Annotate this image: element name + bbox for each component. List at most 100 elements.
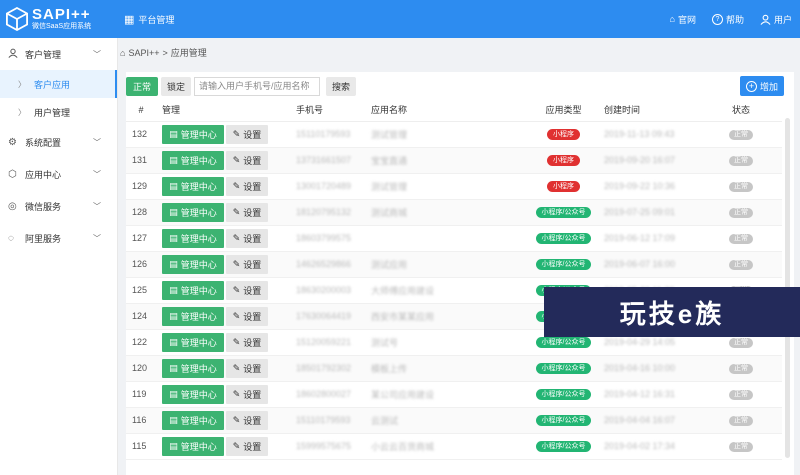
row-created: 2019-06-12 17:09 — [598, 225, 700, 252]
table-row[interactable]: 128 ▤ 管理中心 ✎ 设置 18120795132 测试商城 小程序/公众号 2019-07… — [126, 199, 782, 226]
row-id: 125 — [126, 277, 156, 304]
add-button[interactable]: + 增加 — [739, 76, 784, 96]
wechat-icon: ◎ — [8, 200, 17, 212]
settings-button[interactable]: ✎ 设置 — [226, 150, 268, 170]
app-type-badge: 小程序/公众号 — [535, 233, 592, 244]
column-header: 创建时间 — [598, 99, 700, 122]
settings-button[interactable]: ✎ 设置 — [226, 436, 268, 456]
manage-center-button[interactable]: ▤ 管理中心 — [162, 410, 224, 430]
sidebar-group-ali[interactable]: ◌ 阿里服务 ﹀ — [0, 222, 117, 254]
settings-label: 设置 — [243, 415, 262, 426]
table-row[interactable]: 116 ▤ 管理中心 ✎ 设置 15110179593 云测试 小程序/公众号 2019-04-… — [126, 407, 782, 434]
sidebar-group-system-config[interactable]: ⚙ 系统配置 ﹀ — [0, 126, 117, 158]
sidebar-group-label: 阿里服务 — [25, 233, 62, 244]
manage-center-button[interactable]: ▤ 管理中心 — [162, 332, 224, 352]
table-row[interactable]: 127 ▤ 管理中心 ✎ 设置 18603799575 小程序/公众号 2019-06-12 … — [126, 225, 782, 252]
manage-center-button[interactable]: ▤ 管理中心 — [162, 176, 224, 196]
row-created: 2019-04-04 16:07 — [598, 407, 700, 434]
row-actions: ▤ 管理中心 ✎ 设置 — [156, 329, 290, 356]
settings-button[interactable]: ✎ 设置 — [226, 254, 268, 274]
settings-button[interactable]: ✎ 设置 — [226, 228, 268, 248]
manage-center-button[interactable]: ▤ 管理中心 — [162, 280, 224, 300]
table-row[interactable]: 132 ▤ 管理中心 ✎ 设置 15110179593 测试管理 小程序 2019-11-13 … — [126, 121, 782, 148]
settings-label: 设置 — [243, 129, 262, 140]
search-button[interactable]: 搜索 — [326, 76, 357, 96]
home-icon: ⌂ — [120, 47, 126, 58]
table-row[interactable]: 119 ▤ 管理中心 ✎ 设置 18602800027 某公司应用建设 小程序/公众号 2019… — [126, 381, 782, 408]
home-icon: ⌂ — [669, 14, 675, 24]
sidebar-group-wechat[interactable]: ◎ 微信服务 ﹀ — [0, 190, 117, 222]
help-link[interactable]: ? 帮助 — [711, 13, 744, 26]
row-created: 2019-09-20 16:07 — [598, 147, 700, 174]
manage-center-button[interactable]: ▤ 管理中心 — [162, 254, 224, 274]
top-header: SAPI++ 微信SaaS应用系统 ▦ 平台管理 ⌂ 官网 ? 帮助 用户 — [0, 0, 800, 38]
filter-normal-button[interactable]: 正常 — [126, 76, 159, 96]
row-id: 128 — [126, 199, 156, 226]
sidebar-group-customer[interactable]: 客户管理 ﹀ — [0, 38, 117, 70]
user-menu[interactable]: 用户 — [760, 13, 792, 26]
row-app-type: 小程序 — [529, 173, 598, 200]
settings-button[interactable]: ✎ 设置 — [226, 384, 268, 404]
sidebar-item-user-manage[interactable]: 〉 用户管理 — [0, 98, 117, 126]
search-input[interactable] — [194, 76, 321, 96]
table-row[interactable]: 131 ▤ 管理中心 ✎ 设置 13731661507 宝宝直通 小程序 2019-09-20 … — [126, 147, 782, 174]
manage-center-label: 管理中心 — [180, 389, 217, 400]
row-phone: 15110179593 — [290, 407, 365, 434]
manage-center-button[interactable]: ▤ 管理中心 — [162, 228, 224, 248]
settings-button[interactable]: ✎ 设置 — [226, 410, 268, 430]
manage-center-button[interactable]: ▤ 管理中心 — [162, 436, 224, 456]
settings-label: 设置 — [243, 389, 262, 400]
row-actions: ▤ 管理中心 ✎ 设置 — [156, 277, 290, 304]
official-site-link[interactable]: ⌂ 官网 — [670, 13, 696, 26]
sidebar-item-customer-apps[interactable]: 〉 客户应用 — [0, 70, 117, 98]
edit-icon: ✎ — [232, 440, 241, 451]
table-row[interactable]: 115 ▤ 管理中心 ✎ 设置 15999575675 小云云百货商城 小程序/公众号 2019… — [126, 433, 782, 460]
edit-icon: ✎ — [232, 362, 241, 373]
manage-center-button[interactable]: ▤ 管理中心 — [162, 306, 224, 326]
settings-label: 设置 — [243, 363, 262, 374]
manage-center-button[interactable]: ▤ 管理中心 — [162, 202, 224, 222]
row-app-name: 测试应用 — [365, 251, 529, 278]
table-row[interactable]: 126 ▤ 管理中心 ✎ 设置 14626529866 测试应用 小程序/公众号 2019-06… — [126, 251, 782, 278]
edit-icon: ✎ — [232, 388, 241, 399]
breadcrumb-root[interactable]: SAPI++ — [128, 48, 159, 58]
row-id: 127 — [126, 225, 156, 252]
table-row[interactable]: 129 ▤ 管理中心 ✎ 设置 13001720489 测试管理 小程序 2019-09-22 … — [126, 173, 782, 200]
app-type-badge: 小程序/公众号 — [535, 441, 592, 452]
manage-center-button[interactable]: ▤ 管理中心 — [162, 384, 224, 404]
row-status: 正常 — [700, 355, 782, 382]
sidebar-group-app-center[interactable]: ⬡ 应用中心 ﹀ — [0, 158, 117, 190]
row-status: 正常 — [700, 407, 782, 434]
column-header: 状态 — [700, 99, 782, 122]
logo-subtitle: 微信SaaS应用系统 — [32, 23, 92, 30]
settings-button[interactable]: ✎ 设置 — [226, 332, 268, 352]
row-app-type: 小程序/公众号 — [529, 199, 598, 226]
settings-button[interactable]: ✎ 设置 — [226, 306, 268, 326]
row-app-name: 测试号 — [365, 329, 529, 356]
logo[interactable]: SAPI++ 微信SaaS应用系统 — [0, 0, 110, 38]
manage-center-button[interactable]: ▤ 管理中心 — [162, 124, 224, 144]
row-app-name: 某公司应用建设 — [365, 381, 529, 408]
row-actions: ▤ 管理中心 ✎ 设置 — [156, 147, 290, 174]
row-phone: 15110179593 — [290, 121, 365, 148]
settings-button[interactable]: ✎ 设置 — [226, 176, 268, 196]
settings-button[interactable]: ✎ 设置 — [226, 202, 268, 222]
settings-button[interactable]: ✎ 设置 — [226, 358, 268, 378]
manage-center-button[interactable]: ▤ 管理中心 — [162, 150, 224, 170]
row-id: 116 — [126, 407, 156, 434]
column-header: 应用类型 — [529, 99, 598, 122]
document-icon: ▤ — [169, 284, 178, 295]
nav-platform-manage[interactable]: ▦ 平台管理 — [110, 13, 174, 26]
row-app-type: 小程序 — [529, 121, 598, 148]
settings-button[interactable]: ✎ 设置 — [226, 280, 268, 300]
row-actions: ▤ 管理中心 ✎ 设置 — [156, 355, 290, 382]
table-row[interactable]: 120 ▤ 管理中心 ✎ 设置 18501792302 模板上传 小程序/公众号 2019-04… — [126, 355, 782, 382]
row-phone: 18602800027 — [290, 381, 365, 408]
row-id: 129 — [126, 173, 156, 200]
app-type-badge: 小程序/公众号 — [535, 259, 592, 270]
filter-locked-button[interactable]: 锁定 — [161, 76, 192, 96]
manage-center-button[interactable]: ▤ 管理中心 — [162, 358, 224, 378]
edit-icon: ✎ — [232, 258, 241, 269]
settings-button[interactable]: ✎ 设置 — [226, 124, 268, 144]
manage-center-label: 管理中心 — [180, 259, 217, 270]
